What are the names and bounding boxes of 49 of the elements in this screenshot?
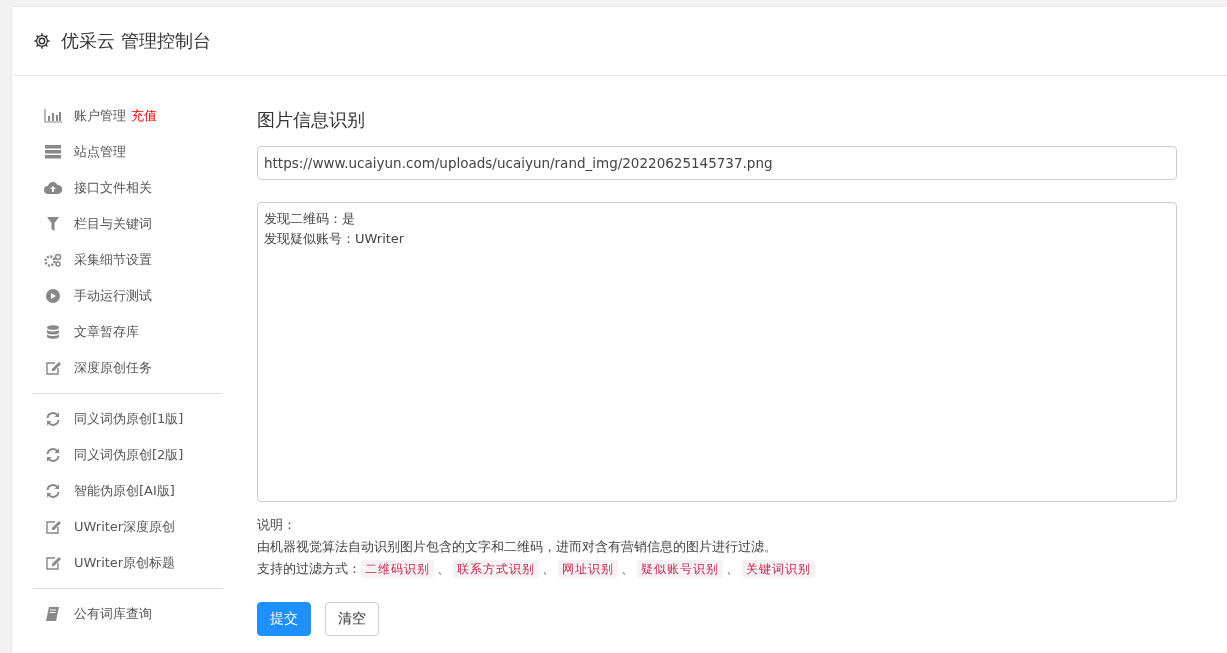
play-icon <box>44 289 62 303</box>
bar-chart-icon <box>44 109 62 123</box>
edit-icon <box>44 556 62 570</box>
sidebar-item[interactable]: 采集细节设置 <box>33 242 222 278</box>
console-title: 优采云 管理控制台 <box>61 29 211 53</box>
sidebar-item[interactable]: UWriter原创标题 <box>33 545 222 581</box>
gears-icon <box>44 253 62 267</box>
result-line: 发现二维码：是 <box>264 210 355 228</box>
separator: 、 <box>621 560 634 578</box>
result-box[interactable]: 发现二维码：是 发现疑似账号：UWriter <box>257 202 1177 502</box>
book-icon <box>44 607 62 621</box>
sidebar-item[interactable]: 同义词伪原创[2版] <box>33 437 222 473</box>
sidebar-item[interactable]: 智能伪原创[AI版] <box>33 473 222 509</box>
refresh-icon <box>44 484 62 498</box>
url-field[interactable]: https://www.ucaiyun.com/uploads/ucaiyun/rand_img/20220625145737.png <box>257 146 1177 180</box>
database-icon <box>44 325 62 339</box>
separator: 、 <box>726 560 739 578</box>
refresh-icon <box>44 448 62 462</box>
sidebar-item[interactable]: 接口文件相关 <box>33 170 222 206</box>
sidebar-item[interactable]: 文章暂存库 <box>33 314 222 350</box>
filter-icon <box>44 217 62 231</box>
sidebar-item[interactable]: 栏目与关键词 <box>33 206 222 242</box>
separator: 、 <box>542 560 555 578</box>
server-icon <box>44 145 62 159</box>
sidebar-item[interactable]: 公有词库查询 <box>33 596 222 632</box>
filter-tag: 二维码识别 <box>361 560 434 578</box>
sidebar-item[interactable]: 站点管理 <box>33 134 222 170</box>
separator: 、 <box>437 560 450 578</box>
filters-label: 支持的过滤方式： <box>257 560 361 578</box>
sidebar-item[interactable]: 账户管理 充值 <box>33 98 222 134</box>
edit-icon <box>44 361 62 375</box>
result-line: 发现疑似账号：UWriter <box>264 230 405 248</box>
sidebar-item[interactable]: UWriter深度原创 <box>33 509 222 545</box>
refresh-icon <box>44 412 62 426</box>
page-heading: 图片信息识别 <box>257 108 366 132</box>
settings-icon <box>33 32 51 50</box>
filter-tag: 疑似账号识别 <box>637 560 723 578</box>
filter-tag: 联系方式识别 <box>453 560 539 578</box>
notes-heading: 说明： <box>257 516 297 534</box>
notes-text: 由机器视觉算法自动识别图片包含的文字和二维码，进而对含有营销信息的图片进行过滤。 <box>257 538 778 556</box>
cloud-upload-icon <box>44 181 62 195</box>
sidebar-item[interactable]: 同义词伪原创[1版] <box>33 401 222 437</box>
edit-icon <box>44 520 62 534</box>
sidebar-item[interactable]: 手动运行测试 <box>33 278 222 314</box>
filter-tag: 网址识别 <box>558 560 618 578</box>
filter-tag: 关键词识别 <box>742 560 815 578</box>
recharge-link[interactable]: 充值 <box>131 107 157 125</box>
sidebar-item[interactable]: 深度原创任务 <box>33 350 222 386</box>
clear-button[interactable]: 清空 <box>325 602 379 636</box>
